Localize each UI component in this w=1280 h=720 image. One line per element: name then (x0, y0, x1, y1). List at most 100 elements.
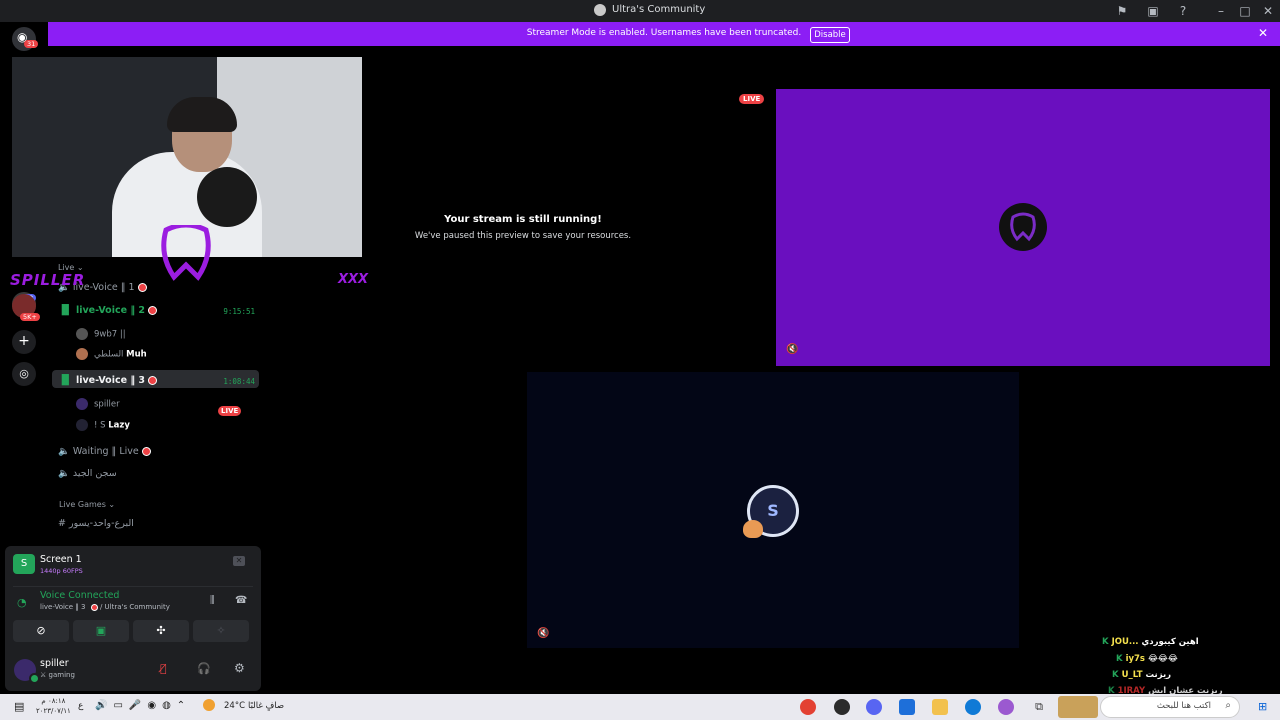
live-badge: LIVE (218, 398, 242, 417)
text-channel[interactable]: # البرع-واحد-يسور (58, 518, 134, 529)
screen-share-icon: S (13, 554, 35, 574)
camera-off-button[interactable]: ⊘ (13, 620, 69, 642)
overlay-name-right: XXX (338, 272, 369, 287)
user-panel: S Screen 1 1440p 60FPS ✕ ◔ Voice Connect… (5, 546, 261, 691)
screen-title: Screen 1 (40, 554, 82, 565)
inbox-icon[interactable]: ▣ (1145, 3, 1161, 19)
voice-timer: 9:15:51 (223, 307, 255, 316)
username[interactable]: spiller (40, 658, 69, 669)
voice-channel-2[interactable]: ▐▌ live-Voice ‖ 2 (58, 305, 158, 316)
avatar (76, 348, 88, 360)
explore-icon[interactable]: ◎ (12, 362, 36, 386)
mute-icon[interactable]: 🎙̸ (160, 662, 167, 675)
start-windows-icon[interactable]: ⊞ (1258, 700, 1267, 713)
voice-active-icon: ▐▌ (58, 305, 73, 316)
waiting-channel[interactable]: 🔈 Waiting ‖ Live (58, 446, 151, 457)
chat-line: K iy7s 😂😂😂 (1116, 654, 1178, 664)
notification-icon[interactable]: ▤ (14, 700, 24, 713)
search-box[interactable]: اكتب هنا للبحث ⌕ (1100, 696, 1240, 718)
channel-list: Live ⌄ 🔈 live-Voice ‖ 1 ▐▌ live-Voice ‖ … (48, 255, 265, 545)
app-icon[interactable] (834, 699, 850, 715)
weather-desc[interactable]: صافٍ غالبًا (248, 701, 284, 711)
voice-timer: 1:08:44 (223, 377, 255, 386)
task-view-icon[interactable]: ⧉ (1031, 699, 1047, 715)
voice-channel-info[interactable]: live-Voice ‖ 3 / Ultra's Community (40, 603, 170, 611)
paused-title: Your stream is still running! (444, 214, 602, 225)
jail-channel[interactable]: 🔈 سجن الجيد (58, 468, 117, 479)
avatar (76, 419, 88, 431)
banner-message: Streamer Mode is enabled. Usernames have… (526, 28, 802, 38)
settings-gear-icon[interactable]: ⚙ (234, 661, 245, 675)
chrome-icon[interactable] (800, 699, 816, 715)
search-icon: ⌕ (1225, 700, 1231, 711)
divider (13, 586, 253, 587)
signal-icon: ◔ (17, 596, 27, 609)
voice-user[interactable]: ! S Lazy (76, 419, 130, 431)
activities-button[interactable]: ✣ (133, 620, 189, 642)
deafen-icon[interactable]: 🎧 (197, 662, 211, 675)
copilot-icon[interactable] (998, 699, 1014, 715)
clock[interactable]: ٠٨:١٨ م ٢٠٢٣/٠٧/١١ (36, 696, 71, 716)
file-explorer-icon[interactable] (932, 699, 948, 715)
weather-temp[interactable]: 24°C (224, 701, 245, 711)
live-dot (90, 603, 98, 611)
paused-subtitle: We've paused this preview to save your r… (414, 231, 632, 241)
stream-tile-dark[interactable]: S 🔇 (527, 372, 1019, 648)
logo-overlay-icon (158, 222, 214, 283)
close-icon[interactable]: ✕ (1258, 26, 1268, 40)
speaker-icon: 🔈 (58, 446, 70, 457)
taskbar: ٠٨:١٨ م ٢٠٢٣/٠٧/١١ ع 🔊▭🎤◉◍⌃ 24°C صافٍ غال… (0, 694, 1280, 720)
category-live-games[interactable]: Live Games ⌄ (59, 500, 115, 509)
microphone (197, 167, 257, 227)
close-window-icon[interactable]: ✕ (1260, 3, 1276, 19)
discord-taskbar-icon[interactable] (866, 699, 882, 715)
overlay-name-left: SPILLER (10, 271, 86, 289)
avatar (999, 203, 1047, 251)
language-indicator[interactable]: ع (78, 701, 83, 711)
user-status: ⚔ gaming (40, 671, 75, 679)
live-dot (148, 306, 158, 315)
stream-tile-purple[interactable]: 🔇 (776, 89, 1270, 366)
hash-icon: # (58, 518, 66, 529)
live-dot (141, 447, 151, 456)
minimize-icon[interactable]: – (1213, 3, 1229, 19)
stop-stream-icon[interactable]: ✕ (233, 556, 245, 566)
streamer-mode-banner: Streamer Mode is enabled. Usernames have… (48, 22, 1280, 46)
flag-icon[interactable]: ⚑ (1114, 3, 1130, 19)
avatar (76, 398, 88, 410)
voice-user[interactable]: spiller (76, 398, 120, 410)
search-highlight-image (1058, 696, 1098, 718)
voice-user[interactable]: 9wb7 || (76, 328, 126, 340)
avatar (76, 328, 88, 340)
screen-quality: 1440p 60FPS (40, 567, 83, 575)
weather-icon (203, 699, 215, 711)
store-icon[interactable] (899, 699, 915, 715)
member-badge: 5K+ (20, 313, 40, 321)
system-tray-icons[interactable]: 🔊▭🎤◉◍⌃ (95, 700, 191, 711)
edge-icon[interactable] (965, 699, 981, 715)
maximize-icon[interactable]: □ (1237, 3, 1253, 19)
noise-suppression-icon[interactable]: ⫼ (210, 595, 215, 606)
cat-decoration (743, 520, 763, 538)
voice-status: Voice Connected (40, 590, 120, 601)
disconnect-icon[interactable]: ☎ (235, 595, 247, 606)
person-hair (167, 97, 237, 132)
soundboard-button[interactable]: ✧ (193, 620, 249, 642)
live-dot (137, 283, 147, 292)
muted-speaker-icon[interactable]: 🔇 (537, 628, 549, 639)
server-icon (594, 4, 606, 16)
voice-user[interactable]: السلطي Muh (76, 348, 147, 360)
chat-line: K U_LT ريزنت (1112, 670, 1172, 680)
live-dot (148, 376, 158, 385)
voice-channel-3[interactable]: ▐▌ live-Voice ‖ 3 (58, 375, 158, 386)
help-icon[interactable]: ? (1175, 3, 1191, 19)
title-bar: Ultra's Community ⚑ ▣ ? – □ ✕ (0, 0, 1280, 22)
add-server-icon[interactable]: + (12, 330, 36, 354)
screen-share-button[interactable]: ▣ (73, 620, 129, 642)
muted-speaker-icon[interactable]: 🔇 (786, 344, 798, 355)
speaker-icon: 🔈 (58, 468, 70, 479)
notification-badge: 31 (24, 40, 39, 48)
chat-line: K JOU... اهين كيبوردي (1102, 637, 1199, 647)
window-title: Ultra's Community (612, 4, 706, 15)
disable-button[interactable]: Disable (810, 27, 850, 43)
